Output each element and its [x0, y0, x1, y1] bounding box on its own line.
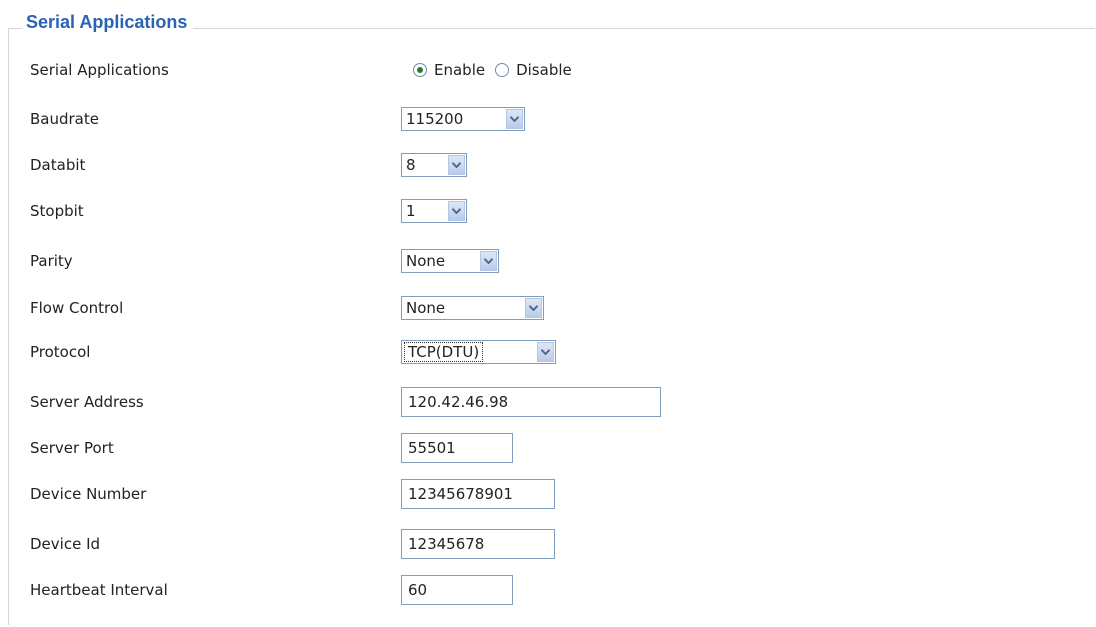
protocol-label: Protocol [30, 343, 91, 361]
chevron-down-icon[interactable] [537, 342, 554, 362]
device-number-label: Device Number [30, 485, 147, 503]
device-id-label: Device Id [30, 535, 101, 553]
heartbeat-interval-input[interactable]: 60 [401, 575, 513, 605]
row-stopbit: Stopbit 1 [0, 193, 1096, 229]
stopbit-value: 1 [406, 202, 416, 220]
row-parity: Parity None [0, 243, 1096, 279]
databit-label: Databit [30, 156, 86, 174]
radio-disable[interactable]: Disable [495, 61, 572, 79]
chevron-down-icon[interactable] [525, 298, 542, 318]
server-port-input[interactable]: 55501 [401, 433, 513, 463]
row-databit: Databit 8 [0, 147, 1096, 183]
row-heartbeat-interval: Heartbeat Interval 60 [0, 572, 1096, 608]
radio-enable-label[interactable]: Enable [434, 61, 485, 79]
row-baudrate: Baudrate 115200 [0, 101, 1096, 137]
section-title: Serial Applications [22, 12, 194, 33]
row-protocol: Protocol TCP(DTU) [0, 334, 1096, 370]
radio-selected-dot [417, 67, 423, 73]
flow-control-label: Flow Control [30, 299, 124, 317]
row-device-number: Device Number 12345678901 [0, 476, 1096, 512]
parity-value: None [406, 252, 446, 270]
databit-value: 8 [406, 156, 416, 174]
row-server-address: Server Address 120.42.46.98 [0, 384, 1096, 420]
serial-applications-radio-group: Enable Disable [413, 61, 582, 79]
radio-disable-label[interactable]: Disable [516, 61, 572, 79]
server-address-input[interactable]: 120.42.46.98 [401, 387, 661, 417]
parity-select[interactable]: None [401, 249, 499, 273]
chevron-down-icon[interactable] [448, 155, 465, 175]
chevron-down-icon[interactable] [448, 201, 465, 221]
heartbeat-interval-label: Heartbeat Interval [30, 581, 168, 599]
baudrate-value: 115200 [406, 110, 464, 128]
chevron-down-icon[interactable] [480, 251, 497, 271]
device-number-input[interactable]: 12345678901 [401, 479, 555, 509]
row-serial-applications: Serial Applications Enable Disable [0, 52, 1096, 88]
stopbit-select[interactable]: 1 [401, 199, 467, 223]
device-id-input[interactable]: 12345678 [401, 529, 555, 559]
serial-applications-label: Serial Applications [30, 61, 169, 79]
row-device-id: Device Id 12345678 [0, 526, 1096, 562]
radio-enable[interactable]: Enable [413, 61, 485, 79]
radio-enable-circle[interactable] [413, 63, 427, 77]
flow-control-value: None [406, 299, 446, 317]
baudrate-label: Baudrate [30, 110, 99, 128]
databit-select[interactable]: 8 [401, 153, 467, 177]
row-server-port: Server Port 55501 [0, 430, 1096, 466]
baudrate-select[interactable]: 115200 [401, 107, 525, 131]
protocol-value: TCP(DTU) [404, 342, 484, 362]
row-flow-control: Flow Control None [0, 290, 1096, 326]
radio-disable-circle[interactable] [495, 63, 510, 77]
server-port-label: Server Port [30, 439, 114, 457]
chevron-down-icon[interactable] [506, 109, 523, 129]
server-address-label: Server Address [30, 393, 144, 411]
flow-control-select[interactable]: None [401, 296, 544, 320]
protocol-select[interactable]: TCP(DTU) [401, 340, 556, 364]
parity-label: Parity [30, 252, 73, 270]
stopbit-label: Stopbit [30, 202, 84, 220]
